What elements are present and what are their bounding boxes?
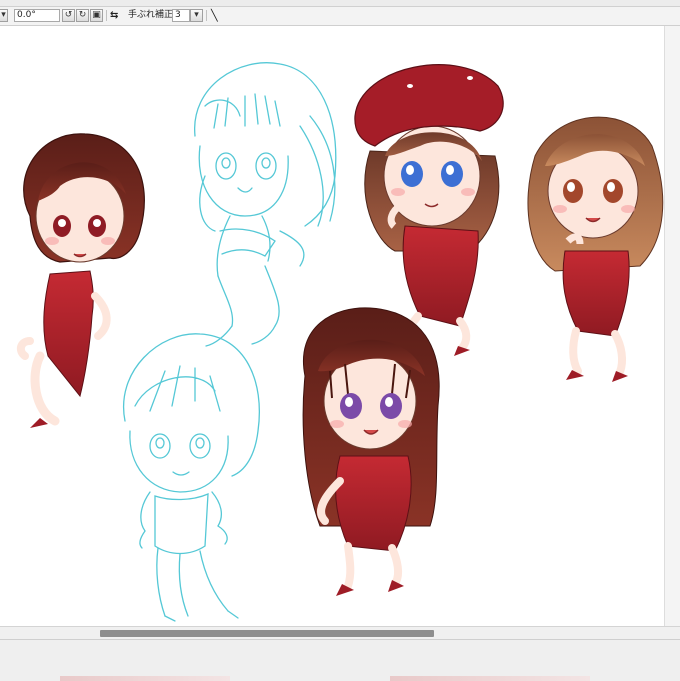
tool-dropdown-button[interactable]: ▾ <box>0 9 8 22</box>
tool-property-bar: ▾ 0.0° ↺ ↻ ▣ ⇆ 手ぶれ補正 3 ▾ ╲ <box>0 7 680 26</box>
panel-thumbnail[interactable] <box>390 676 590 681</box>
toolbar-divider <box>106 10 107 21</box>
panel-thumbnail[interactable] <box>60 676 230 681</box>
character-long-dark-hair <box>302 307 440 596</box>
rotation-angle-field[interactable]: 0.0° <box>14 9 60 22</box>
pen-icon[interactable]: ╲ <box>211 10 218 21</box>
menu-bar <box>0 0 680 7</box>
reset-rotation-icon[interactable]: ▣ <box>90 9 103 22</box>
stabilization-label: 手ぶれ補正 <box>128 10 174 20</box>
stabilization-dropdown-button[interactable]: ▾ <box>190 9 203 22</box>
character-short-red-hair <box>16 133 145 428</box>
toolbar-divider <box>206 10 207 21</box>
horizontal-scrollbar[interactable] <box>0 626 680 639</box>
vertical-scrollbar[interactable] <box>664 26 680 626</box>
character-sketch-bottom <box>122 333 260 622</box>
horizontal-scrollbar-thumb[interactable] <box>100 630 434 637</box>
artwork <box>16 62 664 622</box>
character-sketch-top <box>194 62 337 347</box>
character-wavy-brown-hair <box>527 116 664 382</box>
bottom-panel <box>0 639 680 681</box>
rotate-left-icon[interactable]: ↺ <box>62 9 75 22</box>
stabilization-field[interactable]: 3 <box>172 9 190 22</box>
drawing-canvas[interactable] <box>0 26 664 626</box>
swap-icon[interactable]: ⇆ <box>110 10 118 21</box>
rotate-right-icon[interactable]: ↻ <box>76 9 89 22</box>
